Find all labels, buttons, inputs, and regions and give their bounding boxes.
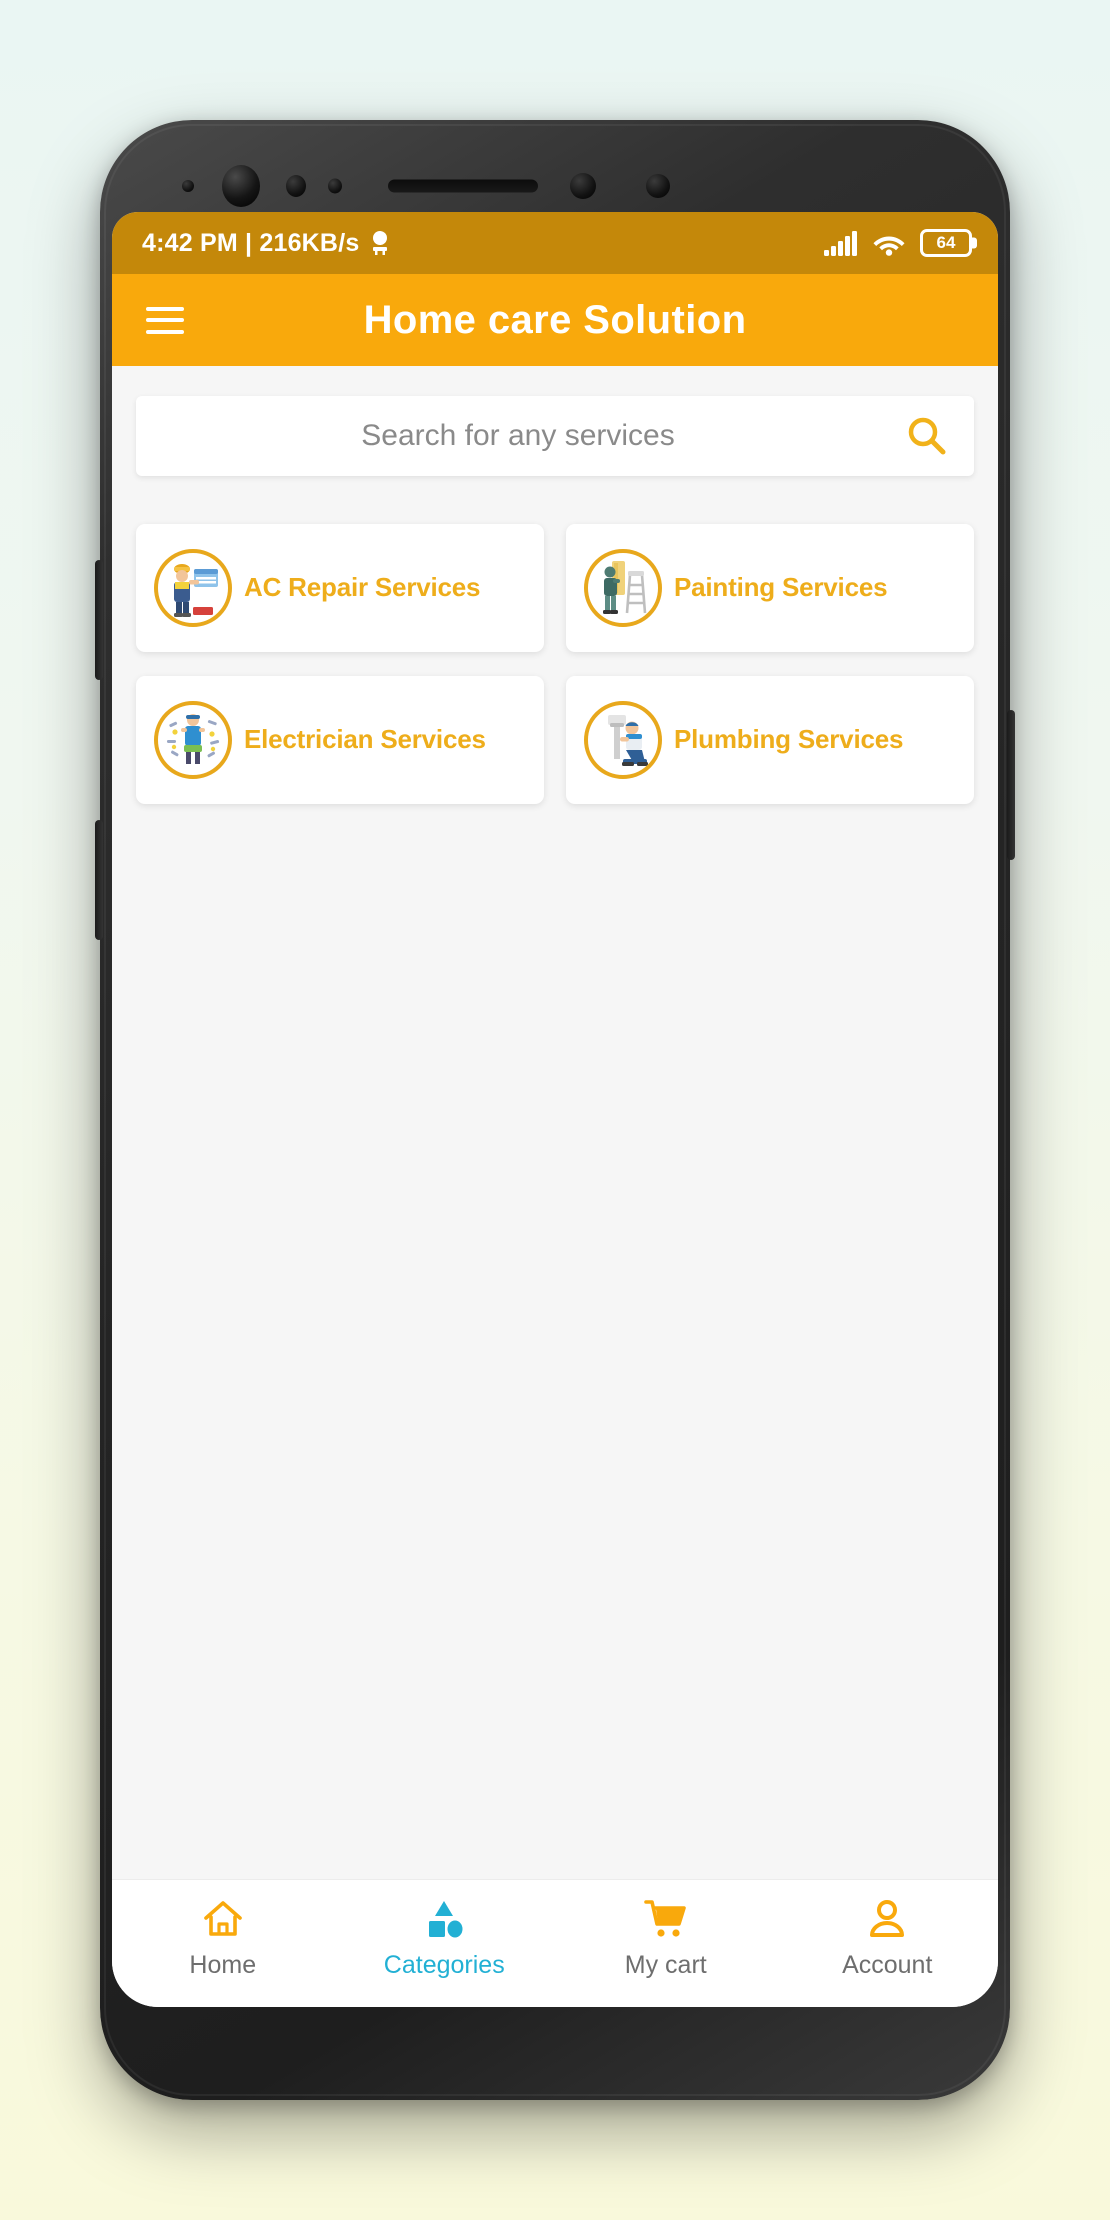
nav-label: Home bbox=[189, 1951, 257, 1979]
painting-icon bbox=[584, 549, 662, 627]
earpiece-speaker bbox=[388, 179, 538, 193]
bottom-navigation-bar: Home Categories My cart Account bbox=[112, 1879, 998, 2007]
nav-item-categories[interactable]: Categories bbox=[334, 1896, 556, 1980]
category-card-electrician[interactable]: Electrician Services bbox=[136, 676, 544, 804]
category-grid: AC Repair Services Painting Services Ele… bbox=[136, 524, 974, 804]
light-sensor-icon bbox=[328, 178, 342, 194]
hamburger-menu-icon[interactable] bbox=[146, 306, 184, 334]
category-card-plumbing[interactable]: Plumbing Services bbox=[566, 676, 974, 804]
secondary-camera-icon bbox=[646, 174, 670, 198]
battery-level-label: 64 bbox=[936, 233, 956, 252]
iris-scanner-icon bbox=[570, 173, 596, 199]
category-label: Painting Services bbox=[674, 572, 888, 603]
sensor-dot-icon bbox=[182, 180, 194, 192]
category-card-ac-repair[interactable]: AC Repair Services bbox=[136, 524, 544, 652]
ac-repair-icon bbox=[154, 549, 232, 627]
account-person-icon bbox=[870, 1900, 905, 1937]
shopping-cart-icon bbox=[643, 1900, 686, 1937]
hotspot-icon bbox=[373, 231, 388, 255]
volume-up-button[interactable] bbox=[95, 560, 103, 680]
phone-screen: 4:42 PM | 216KB/s 64 Home care Solution … bbox=[112, 212, 998, 2007]
search-input[interactable] bbox=[162, 419, 904, 453]
wifi-icon bbox=[873, 236, 905, 256]
plumbing-icon bbox=[584, 701, 662, 779]
nav-label: Categories bbox=[383, 1951, 505, 1979]
nav-label: Account bbox=[842, 1951, 933, 1979]
category-label: Electrician Services bbox=[244, 724, 486, 755]
nav-label: My cart bbox=[624, 1951, 707, 1979]
app-bar: Home care Solution bbox=[112, 274, 998, 366]
status-time-and-speed: 4:42 PM | 216KB/s bbox=[142, 228, 360, 257]
signal-bars-icon bbox=[824, 231, 857, 256]
search-bar[interactable] bbox=[136, 396, 974, 476]
volume-down-button[interactable] bbox=[95, 820, 103, 940]
phone-sensor-row bbox=[100, 158, 1010, 214]
proximity-sensor-icon bbox=[286, 175, 306, 197]
nav-item-account[interactable]: Account bbox=[777, 1896, 999, 1980]
category-card-painting[interactable]: Painting Services bbox=[566, 524, 974, 652]
main-content: AC Repair Services bbox=[112, 366, 998, 1879]
category-label: Plumbing Services bbox=[674, 724, 904, 755]
electrician-icon bbox=[154, 701, 232, 779]
nav-item-my-cart[interactable]: My cart bbox=[555, 1896, 777, 1980]
categories-shapes-icon bbox=[429, 1901, 463, 1938]
status-bar-right: 64 bbox=[824, 229, 972, 257]
power-button[interactable] bbox=[1007, 710, 1015, 860]
category-label: AC Repair Services bbox=[244, 572, 481, 603]
home-icon bbox=[203, 1901, 242, 1936]
front-camera-icon bbox=[222, 165, 260, 207]
battery-indicator: 64 bbox=[920, 229, 972, 257]
page-title: Home care Solution bbox=[363, 297, 747, 342]
status-bar: 4:42 PM | 216KB/s 64 bbox=[112, 212, 998, 274]
status-bar-left: 4:42 PM | 216KB/s bbox=[142, 229, 391, 258]
phone-frame: 4:42 PM | 216KB/s 64 Home care Solution … bbox=[95, 120, 1015, 2100]
search-icon[interactable] bbox=[904, 414, 948, 458]
nav-item-home[interactable]: Home bbox=[112, 1896, 334, 1980]
